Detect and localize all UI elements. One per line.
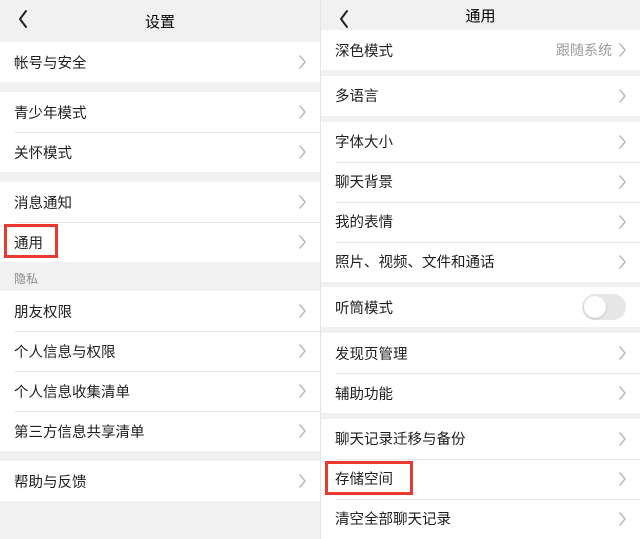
row-label: 青少年模式 xyxy=(14,102,87,123)
phone-settings: 设置 帐号与安全 青少年模式 关怀模式 消息通知 xyxy=(0,0,320,539)
chevron-right-icon xyxy=(618,215,626,229)
section-label-privacy: 隐私 xyxy=(0,262,320,291)
row-dark-mode[interactable]: 深色模式 跟随系统 xyxy=(321,30,640,70)
row-label: 听筒模式 xyxy=(335,297,393,318)
chevron-right-icon xyxy=(618,472,626,486)
row-label: 帐号与安全 xyxy=(14,52,87,73)
row-label: 字体大小 xyxy=(335,131,393,152)
row-label: 发现页管理 xyxy=(335,343,408,364)
row-my-stickers[interactable]: 我的表情 xyxy=(321,202,640,242)
chevron-right-icon xyxy=(298,55,306,69)
row-clear-all-chats[interactable]: 清空全部聊天记录 xyxy=(321,499,640,539)
row-value: 跟随系统 xyxy=(556,40,612,60)
row-label: 第三方信息共享清单 xyxy=(14,421,145,442)
chevron-right-icon xyxy=(298,474,306,488)
row-label: 朋友权限 xyxy=(14,301,72,322)
group-d: 朋友权限 个人信息与权限 个人信息收集清单 第三方信息共享清单 xyxy=(0,291,320,451)
row-accessibility[interactable]: 辅助功能 xyxy=(321,373,640,413)
row-label: 关怀模式 xyxy=(14,142,72,163)
chevron-right-icon xyxy=(618,89,626,103)
group-f: 聊天记录迁移与备份 存储空间 清空全部聊天记录 xyxy=(321,419,640,539)
header-general: 通用 xyxy=(321,0,640,30)
chevron-right-icon xyxy=(298,304,306,318)
chevron-right-icon xyxy=(618,346,626,360)
toggle-switch[interactable] xyxy=(582,294,626,320)
row-label: 清空全部聊天记录 xyxy=(335,508,451,529)
group-b: 青少年模式 关怀模式 xyxy=(0,92,320,172)
group-e: 帮助与反馈 xyxy=(0,461,320,501)
chevron-right-icon xyxy=(618,43,626,57)
row-care-mode[interactable]: 关怀模式 xyxy=(0,132,320,172)
chevron-right-icon xyxy=(618,386,626,400)
row-label: 个人信息收集清单 xyxy=(14,381,130,402)
back-button[interactable] xyxy=(8,0,38,42)
row-help-feedback[interactable]: 帮助与反馈 xyxy=(0,461,320,501)
row-chat-background[interactable]: 聊天背景 xyxy=(321,162,640,202)
row-personal-info-permissions[interactable]: 个人信息与权限 xyxy=(0,331,320,371)
divider xyxy=(0,82,320,92)
row-discover-management[interactable]: 发现页管理 xyxy=(321,333,640,373)
row-label: 多语言 xyxy=(335,85,379,106)
group-a: 帐号与安全 xyxy=(0,42,320,82)
chevron-right-icon xyxy=(298,235,306,249)
row-font-size[interactable]: 字体大小 xyxy=(321,122,640,162)
chevron-right-icon xyxy=(298,424,306,438)
chevron-right-icon xyxy=(298,195,306,209)
row-label: 帮助与反馈 xyxy=(14,471,87,492)
row-earpiece-mode[interactable]: 听筒模式 xyxy=(321,287,640,327)
chevron-right-icon xyxy=(618,255,626,269)
chevron-right-icon xyxy=(298,105,306,119)
row-media-files-calls[interactable]: 照片、视频、文件和通话 xyxy=(321,242,640,282)
row-label: 存储空间 xyxy=(335,468,393,489)
row-friend-permissions[interactable]: 朋友权限 xyxy=(0,291,320,331)
group-c: 消息通知 通用 xyxy=(0,182,320,262)
group-b: 多语言 xyxy=(321,76,640,116)
page-title: 通用 xyxy=(465,5,495,26)
row-general[interactable]: 通用 xyxy=(0,222,320,262)
row-label: 聊天记录迁移与备份 xyxy=(335,428,466,449)
divider xyxy=(0,451,320,461)
group-d: 听筒模式 xyxy=(321,287,640,327)
group-a: 深色模式 跟随系统 xyxy=(321,30,640,70)
group-e: 发现页管理 辅助功能 xyxy=(321,333,640,413)
chevron-right-icon xyxy=(298,145,306,159)
row-label: 深色模式 xyxy=(335,40,393,61)
row-chat-migration-backup[interactable]: 聊天记录迁移与备份 xyxy=(321,419,640,459)
row-label: 辅助功能 xyxy=(335,383,393,404)
chevron-right-icon xyxy=(298,344,306,358)
chevron-right-icon xyxy=(618,175,626,189)
row-teen-mode[interactable]: 青少年模式 xyxy=(0,92,320,132)
row-storage[interactable]: 存储空间 xyxy=(321,459,640,499)
chevron-left-icon xyxy=(17,9,29,34)
row-label: 聊天背景 xyxy=(335,171,393,192)
chevron-right-icon xyxy=(618,512,626,526)
row-label: 消息通知 xyxy=(14,192,72,213)
divider xyxy=(0,172,320,182)
group-c: 字体大小 聊天背景 我的表情 照片、视频、文件和通话 xyxy=(321,122,640,282)
row-personal-info-collection[interactable]: 个人信息收集清单 xyxy=(0,371,320,411)
row-label: 我的表情 xyxy=(335,211,393,232)
row-label: 照片、视频、文件和通话 xyxy=(335,251,495,272)
chevron-right-icon xyxy=(618,432,626,446)
row-label: 通用 xyxy=(14,232,43,253)
app-wrap: 设置 帐号与安全 青少年模式 关怀模式 消息通知 xyxy=(0,0,640,539)
row-label: 个人信息与权限 xyxy=(14,341,116,362)
row-third-party-sharing[interactable]: 第三方信息共享清单 xyxy=(0,411,320,451)
row-notifications[interactable]: 消息通知 xyxy=(0,182,320,222)
chevron-right-icon xyxy=(618,135,626,149)
phone-general: 通用 深色模式 跟随系统 多语言 字体大小 xyxy=(320,0,640,539)
page-title: 设置 xyxy=(145,11,175,32)
row-language[interactable]: 多语言 xyxy=(321,76,640,116)
header-settings: 设置 xyxy=(0,0,320,42)
chevron-right-icon xyxy=(298,384,306,398)
row-account-security[interactable]: 帐号与安全 xyxy=(0,42,320,82)
